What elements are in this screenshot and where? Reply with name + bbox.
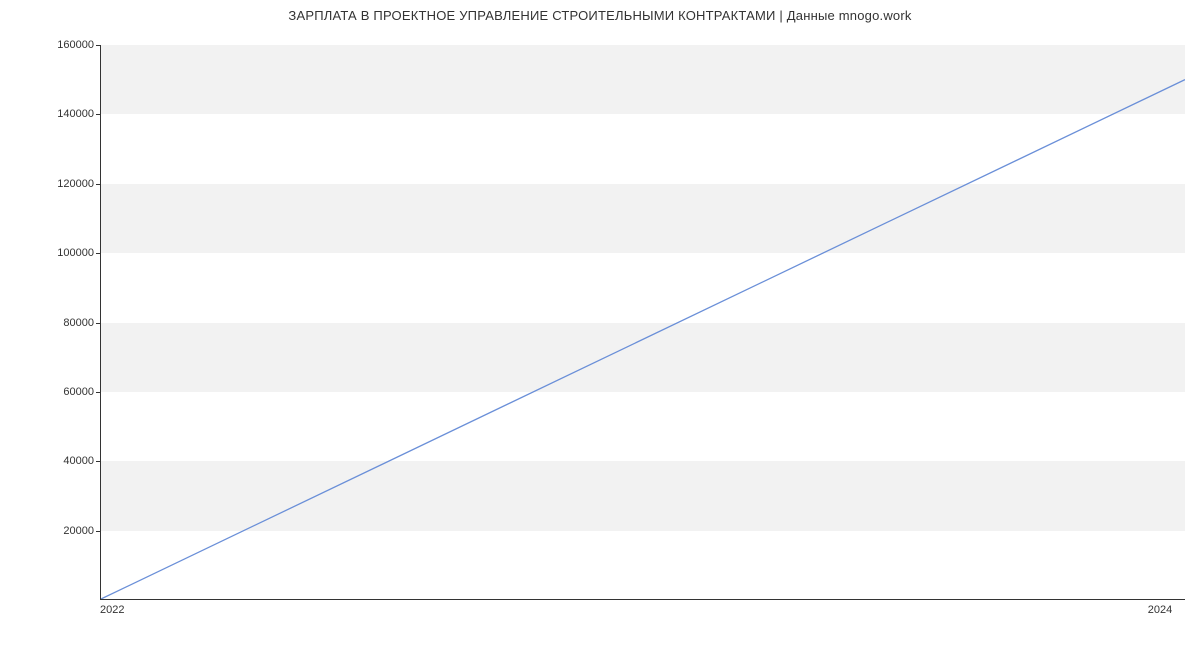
y-tick-mark xyxy=(96,392,100,393)
y-tick-mark xyxy=(96,253,100,254)
y-tick-mark xyxy=(96,114,100,115)
y-tick-60000: 60000 xyxy=(63,386,94,398)
y-tick-20000: 20000 xyxy=(63,525,94,537)
y-tick-mark xyxy=(96,184,100,185)
x-tick-2024: 2024 xyxy=(1148,604,1172,616)
y-tick-160000: 160000 xyxy=(57,39,94,51)
y-tick-mark xyxy=(96,45,100,46)
y-tick-mark xyxy=(96,531,100,532)
y-tick-120000: 120000 xyxy=(57,178,94,190)
y-tick-40000: 40000 xyxy=(63,455,94,467)
y-tick-100000: 100000 xyxy=(57,247,94,259)
y-tick-mark xyxy=(96,461,100,462)
chart-title: ЗАРПЛАТА В ПРОЕКТНОЕ УПРАВЛЕНИЕ СТРОИТЕЛ… xyxy=(0,8,1200,23)
data-line xyxy=(101,45,1185,599)
plot-area xyxy=(100,45,1185,600)
y-tick-80000: 80000 xyxy=(63,317,94,329)
y-tick-mark xyxy=(96,323,100,324)
y-tick-140000: 140000 xyxy=(57,108,94,120)
x-tick-2022: 2022 xyxy=(100,604,124,616)
